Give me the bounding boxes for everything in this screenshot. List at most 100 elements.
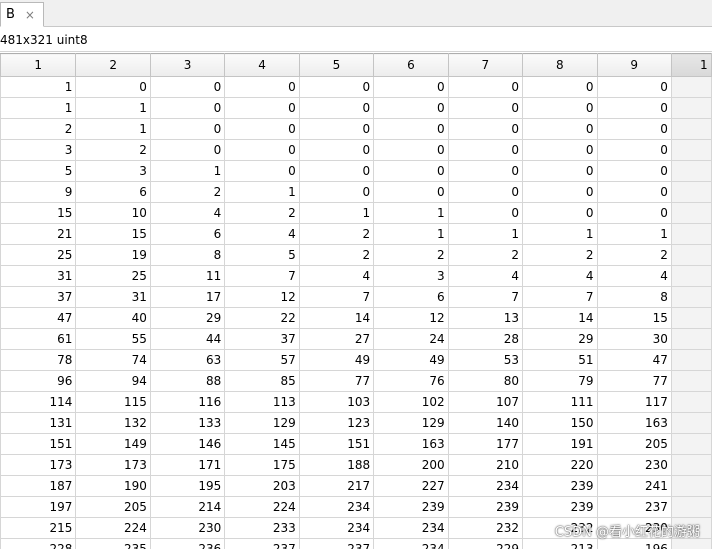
table-cell[interactable]: 227 — [373, 475, 449, 497]
table-cell[interactable]: 0 — [224, 118, 300, 140]
table-cell[interactable] — [670, 97, 712, 119]
table-cell[interactable]: 230 — [149, 517, 226, 539]
table-cell[interactable]: 1 — [373, 202, 449, 224]
table-cell[interactable]: 210 — [447, 454, 524, 476]
table-cell[interactable]: 0 — [596, 97, 672, 119]
table-cell[interactable] — [670, 202, 712, 224]
table-cell[interactable] — [670, 307, 712, 329]
table-cell[interactable]: 229 — [447, 538, 524, 549]
table-cell[interactable]: 1 — [75, 118, 151, 140]
table-cell[interactable] — [670, 433, 712, 455]
table-cell[interactable]: 190 — [75, 475, 151, 497]
table-cell[interactable]: 0 — [224, 139, 300, 161]
table-cell[interactable]: 7 — [224, 265, 300, 287]
column-header-3[interactable]: 3 — [149, 53, 226, 77]
table-cell[interactable]: 177 — [447, 433, 524, 455]
table-cell[interactable] — [670, 328, 712, 350]
table-cell[interactable]: 0 — [522, 76, 598, 98]
table-cell[interactable]: 12 — [224, 286, 300, 308]
table-cell[interactable]: 15 — [0, 202, 77, 224]
table-cell[interactable]: 1 — [522, 223, 598, 245]
table-cell[interactable]: 4 — [522, 265, 598, 287]
table-cell[interactable] — [670, 475, 712, 497]
table-cell[interactable]: 6 — [149, 223, 226, 245]
table-cell[interactable]: 0 — [149, 97, 226, 119]
table-cell[interactable]: 53 — [447, 349, 524, 371]
table-cell[interactable]: 0 — [75, 76, 151, 98]
table-cell[interactable]: 0 — [224, 97, 300, 119]
table-cell[interactable]: 116 — [149, 391, 226, 413]
table-cell[interactable]: 8 — [149, 244, 226, 266]
table-cell[interactable]: 49 — [373, 349, 449, 371]
tab-variable-b[interactable]: B × — [0, 2, 44, 27]
table-cell[interactable]: 63 — [149, 349, 226, 371]
table-cell[interactable]: 1 — [447, 223, 524, 245]
table-cell[interactable]: 61 — [0, 328, 77, 350]
table-cell[interactable]: 44 — [149, 328, 226, 350]
table-cell[interactable]: 29 — [522, 328, 598, 350]
table-cell[interactable]: 88 — [149, 370, 226, 392]
table-cell[interactable]: 237 — [298, 538, 375, 549]
table-cell[interactable]: 2 — [373, 244, 449, 266]
table-cell[interactable]: 0 — [596, 181, 672, 203]
table-cell[interactable]: 4 — [224, 223, 300, 245]
table-cell[interactable]: 129 — [373, 412, 449, 434]
table-cell[interactable]: 9 — [0, 181, 77, 203]
table-cell[interactable]: 1 — [373, 223, 449, 245]
table-cell[interactable]: 0 — [522, 181, 598, 203]
table-cell[interactable]: 2 — [149, 181, 226, 203]
table-cell[interactable] — [670, 181, 712, 203]
table-cell[interactable]: 1 — [75, 97, 151, 119]
table-cell[interactable]: 21 — [0, 223, 77, 245]
table-cell[interactable]: 2 — [0, 118, 77, 140]
table-cell[interactable]: 0 — [596, 202, 672, 224]
table-cell[interactable]: 188 — [298, 454, 375, 476]
table-cell[interactable]: 1 — [298, 202, 375, 224]
table-cell[interactable]: 224 — [75, 517, 151, 539]
table-cell[interactable]: 0 — [447, 97, 524, 119]
table-cell[interactable]: 7 — [447, 286, 524, 308]
table-cell[interactable] — [670, 538, 712, 549]
table-cell[interactable]: 230 — [596, 517, 672, 539]
table-cell[interactable]: 205 — [75, 496, 151, 518]
table-cell[interactable] — [670, 265, 712, 287]
table-cell[interactable]: 77 — [298, 370, 375, 392]
table-cell[interactable]: 0 — [522, 97, 598, 119]
table-cell[interactable]: 0 — [149, 118, 226, 140]
table-cell[interactable]: 3 — [0, 139, 77, 161]
table-cell[interactable]: 220 — [522, 454, 598, 476]
table-cell[interactable]: 145 — [224, 433, 300, 455]
table-cell[interactable]: 2 — [298, 244, 375, 266]
table-cell[interactable]: 205 — [596, 433, 672, 455]
table-cell[interactable]: 74 — [75, 349, 151, 371]
table-cell[interactable]: 25 — [75, 265, 151, 287]
column-header-5[interactable]: 5 — [298, 53, 375, 77]
table-cell[interactable]: 27 — [298, 328, 375, 350]
table-cell[interactable]: 163 — [373, 433, 449, 455]
column-header-9[interactable]: 9 — [596, 53, 672, 77]
table-cell[interactable] — [670, 244, 712, 266]
table-cell[interactable]: 0 — [447, 181, 524, 203]
table-cell[interactable]: 10 — [75, 202, 151, 224]
table-cell[interactable]: 6 — [75, 181, 151, 203]
table-cell[interactable]: 239 — [522, 496, 598, 518]
table-cell[interactable]: 131 — [0, 412, 77, 434]
table-cell[interactable]: 107 — [447, 391, 524, 413]
table-cell[interactable]: 0 — [298, 139, 375, 161]
table-cell[interactable]: 94 — [75, 370, 151, 392]
table-cell[interactable]: 217 — [298, 475, 375, 497]
table-cell[interactable]: 146 — [149, 433, 226, 455]
table-cell[interactable]: 37 — [224, 328, 300, 350]
table-cell[interactable]: 228 — [0, 538, 77, 549]
table-cell[interactable]: 234 — [373, 538, 449, 549]
table-cell[interactable]: 2 — [75, 139, 151, 161]
table-cell[interactable]: 117 — [596, 391, 672, 413]
table-cell[interactable]: 163 — [596, 412, 672, 434]
table-cell[interactable]: 4 — [596, 265, 672, 287]
table-cell[interactable]: 4 — [149, 202, 226, 224]
table-cell[interactable]: 29 — [149, 307, 226, 329]
table-cell[interactable]: 175 — [224, 454, 300, 476]
table-cell[interactable]: 47 — [0, 307, 77, 329]
table-cell[interactable]: 85 — [224, 370, 300, 392]
table-cell[interactable]: 0 — [149, 139, 226, 161]
